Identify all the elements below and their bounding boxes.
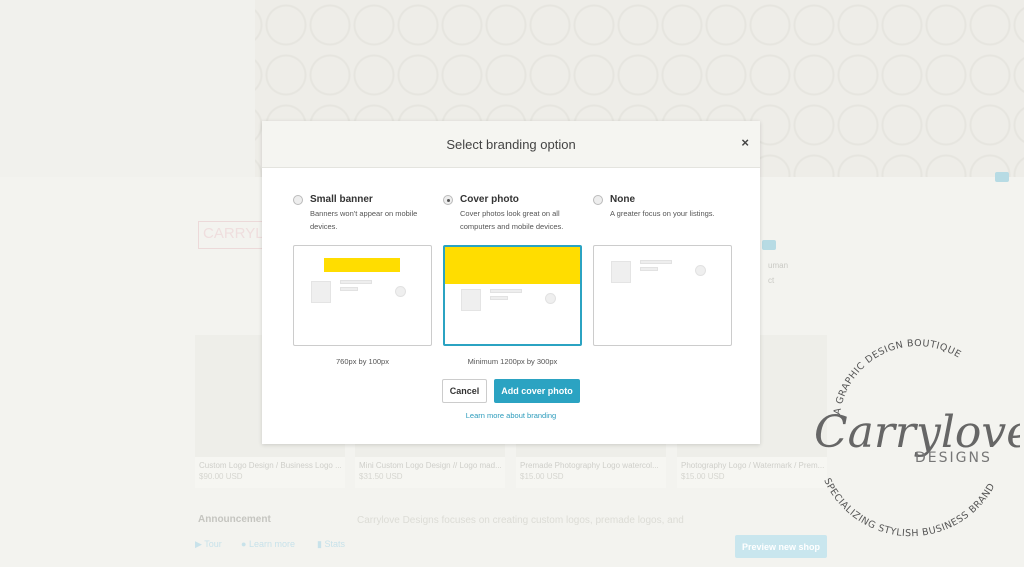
camera-icon[interactable] <box>995 172 1009 182</box>
close-icon[interactable]: × <box>741 135 749 150</box>
contact-link[interactable]: ct <box>768 276 774 285</box>
shop-logo: CARRYL <box>198 221 268 249</box>
stats-link[interactable]: ▮ Stats <box>317 539 345 550</box>
small-banner-dimensions: 760px by 100px <box>336 357 389 366</box>
svg-text:A GRAPHIC DESIGN BOUTIQUE: A GRAPHIC DESIGN BOUTIQUE <box>832 338 963 416</box>
preview-cover-photo[interactable] <box>443 245 582 346</box>
owner-name: uman <box>768 261 789 270</box>
preview-small-banner[interactable] <box>293 245 432 346</box>
option-none[interactable]: None A greater focus on your listings. <box>593 194 733 220</box>
radio-small-banner[interactable] <box>293 195 303 205</box>
tour-link[interactable]: ▶ Tour <box>195 539 222 550</box>
svg-text:DESIGNS: DESIGNS <box>915 450 992 466</box>
option-small-banner[interactable]: Small banner Banners won't appear on mob… <box>293 194 433 233</box>
add-cover-photo-button[interactable]: Add cover photo <box>494 379 580 403</box>
learn-more-branding-link[interactable]: Learn more about branding <box>262 411 760 420</box>
cover-photo-dimensions: Minimum 1200px by 300px <box>467 357 558 366</box>
radio-none[interactable] <box>593 195 603 205</box>
cover-left-panel <box>0 0 255 177</box>
branding-modal: Select branding option × Small banner Ba… <box>262 121 760 444</box>
radio-cover-photo[interactable] <box>443 195 453 205</box>
announcement-text: Carrylove Designs focuses on creating cu… <box>357 515 684 526</box>
announcement-label: Announcement <box>198 514 271 525</box>
carrylove-watermark-logo: A GRAPHIC DESIGN BOUTIQUE Carrylove DESI… <box>810 335 1020 539</box>
camera-icon[interactable] <box>762 240 776 250</box>
option-cover-photo[interactable]: Cover photo Cover photos look great on a… <box>443 194 583 233</box>
modal-title: Select branding option <box>262 121 760 168</box>
learn-more-link[interactable]: ● Learn more <box>241 539 295 549</box>
cancel-button[interactable]: Cancel <box>442 379 487 403</box>
preview-none[interactable] <box>593 245 732 346</box>
